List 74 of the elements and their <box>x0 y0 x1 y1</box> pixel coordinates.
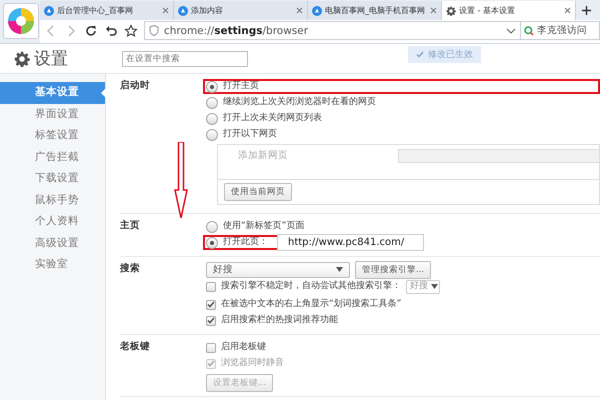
close-icon[interactable] <box>430 7 437 14</box>
close-icon[interactable] <box>564 7 571 14</box>
browser-tab[interactable]: 添加内容 <box>174 1 308 20</box>
radio-label: 继续浏览上次关闭浏览器时在看的网页 <box>223 96 376 109</box>
settings-search-field[interactable]: 在设置中搜索 <box>122 50 248 66</box>
manage-engines-button[interactable]: 管理搜索引擎... <box>355 260 432 278</box>
check-icon <box>416 51 424 58</box>
section-label: 启动时 <box>120 79 151 93</box>
check-icon <box>207 360 215 367</box>
checkbox[interactable] <box>206 300 216 310</box>
site-icon <box>44 6 54 16</box>
dropdown-arrow-icon <box>431 284 438 289</box>
sidebar-item[interactable]: 广告拦截 <box>0 146 105 168</box>
section-label: 老板键 <box>120 340 151 354</box>
checkbox[interactable] <box>206 342 216 352</box>
checkbox-label: 浏览器同时静音 <box>221 357 284 370</box>
section-label: 主页 <box>120 219 141 233</box>
sidebar-item[interactable]: 鼠标手势 <box>0 190 105 211</box>
sidebar-item[interactable]: 实验室 <box>0 254 105 276</box>
sidebar-item[interactable]: 高级设置 <box>0 232 105 254</box>
add-page-label: 添加新网页 <box>238 149 289 163</box>
browser-tab[interactable]: 后台管理中心_百事网 <box>40 1 174 20</box>
radio-button[interactable] <box>206 128 218 140</box>
homepage-url-field[interactable]: http://www.pc841.com/ <box>277 234 424 251</box>
search-icon <box>524 26 534 36</box>
check-icon <box>207 301 215 308</box>
check-icon <box>207 317 215 324</box>
close-icon[interactable] <box>162 7 169 14</box>
gear-icon <box>446 6 456 16</box>
radio-button[interactable] <box>206 80 218 92</box>
radio-label: 打开主页 <box>223 80 259 93</box>
radio-label: 打开以下网页 <box>223 128 277 141</box>
sidebar-item[interactable]: 界面设置 <box>0 104 105 125</box>
checkbox-label: 启用老板键 <box>221 341 266 354</box>
section-label: 搜索 <box>120 262 141 276</box>
browser-tab[interactable]: 电脑百事网_电脑手机百事网 <box>308 1 442 20</box>
checkbox[interactable] <box>206 316 216 326</box>
sidebar-item[interactable]: 基本设置 <box>0 82 105 104</box>
checkbox-label: 搜索引擎不稳定时，自动尝试其他搜索引擎： <box>221 280 401 293</box>
shield-icon <box>149 25 159 36</box>
star-icon[interactable] <box>124 24 138 38</box>
use-current-page-button[interactable]: 使用当前网页 <box>224 183 292 201</box>
radio-label: 使用“新标签页”页面 <box>223 220 304 233</box>
search-box[interactable]: 李克强访问 <box>520 21 600 40</box>
radio-label: 打开此页： <box>223 236 268 249</box>
checkbox[interactable] <box>206 282 216 292</box>
page-title: 设置 <box>34 48 68 70</box>
saved-toast: 修改已生效 <box>408 46 481 63</box>
sidebar-item[interactable]: 标签设置 <box>0 125 105 146</box>
chevron-down-icon[interactable] <box>506 26 516 34</box>
close-icon[interactable] <box>296 7 303 14</box>
checkbox-label: 在被选中文本的右上角显示“划词搜索工具条” <box>221 298 402 311</box>
undo-icon[interactable] <box>104 24 118 38</box>
sidebar-item[interactable]: 个人资料 <box>0 211 105 232</box>
sidebar-item[interactable]: 下载设置 <box>0 168 105 190</box>
address-bar[interactable]: chrome://settings/browser <box>144 21 521 40</box>
radio-label: 打开上次未关闭网页列表 <box>223 112 322 125</box>
address-text: chrome://settings/browser <box>164 24 308 36</box>
checkbox-label: 启用搜索栏的热搜词推荐功能 <box>221 314 338 327</box>
reload-icon[interactable] <box>84 24 98 38</box>
browser-logo-icon <box>7 7 35 35</box>
site-icon <box>312 6 322 16</box>
browser-tab[interactable]: 设置 - 基本设置 <box>442 1 576 20</box>
radio-button[interactable] <box>206 112 218 124</box>
new-tab-icon[interactable] <box>582 6 591 15</box>
radio-button[interactable] <box>206 220 218 232</box>
page-url-field[interactable] <box>398 149 599 163</box>
radio-button[interactable] <box>206 96 218 108</box>
dropdown-arrow-icon <box>336 267 343 272</box>
search-engine-select[interactable]: 好搜 <box>206 262 350 278</box>
site-icon <box>178 6 188 16</box>
gear-icon <box>14 50 30 66</box>
fallback-engine-select[interactable]: 好搜 <box>406 280 440 294</box>
radio-button[interactable] <box>206 236 218 248</box>
